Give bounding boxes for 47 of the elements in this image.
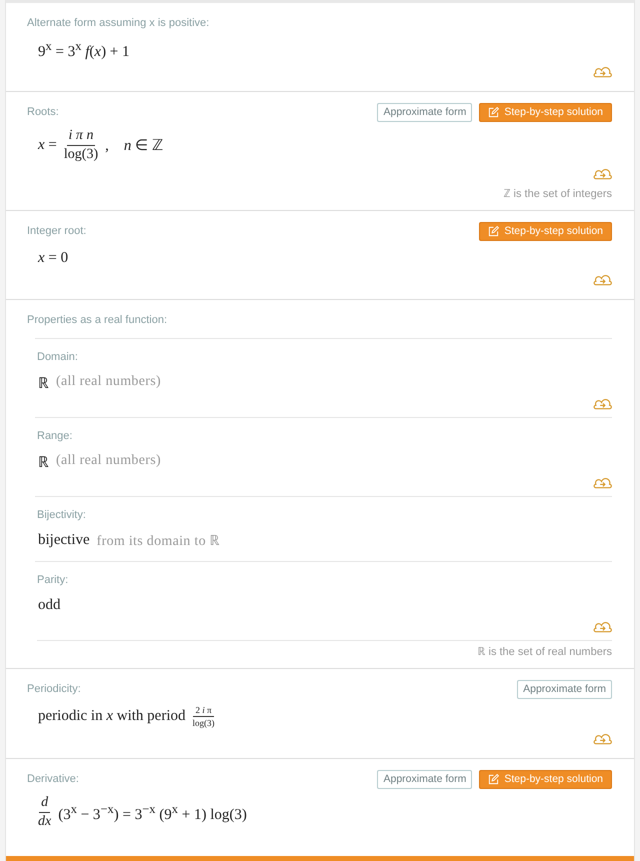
math-expression: ℝ [38, 454, 49, 472]
approximate-form-button[interactable]: Approximate form [517, 680, 612, 698]
math-expression: (3$^{x}$ − 3$^{−x}$) = 3$^{−x}$ (9$^{x}$ + 1) log(3) [58, 802, 247, 824]
section-title: Periodicity: [27, 683, 81, 695]
fraction-numerator: 2 i π [193, 705, 214, 717]
math-expression: periodic in x with period [38, 708, 186, 725]
edit-icon [488, 106, 500, 118]
cloud-save-icon[interactable] [593, 64, 612, 78]
footnote-text: ℝ is the set of real numbers [477, 645, 612, 658]
math-expression: 9$^{x}$ = 3$^{x}$ f(x) + 1 [38, 39, 130, 61]
footnote-text: ℤ is the set of integers [504, 187, 612, 200]
section-title: Alternate form assuming x is positive: [27, 17, 210, 29]
cloud-save-icon[interactable] [593, 732, 612, 744]
note-text: (all real numbers) [56, 453, 161, 469]
cloud-save-icon[interactable] [593, 620, 612, 632]
edit-icon [488, 226, 500, 236]
fraction-numerator: i π n [66, 128, 96, 146]
edit-icon [488, 774, 500, 784]
subsection-title: Domain: [37, 351, 78, 363]
step-by-step-button[interactable]: Step-by-step solution [479, 102, 612, 122]
section-title: Derivative: [27, 773, 79, 785]
cloud-save-icon[interactable] [593, 476, 612, 488]
note-text: from its domain to ℝ [96, 533, 220, 550]
fraction-denominator: log(3) [192, 717, 214, 728]
approximate-form-button[interactable]: Approximate form [377, 102, 472, 122]
fraction-numerator: d [39, 795, 50, 813]
section-title: Roots: [27, 106, 59, 118]
subsection-title: Bijectivity: [37, 509, 86, 521]
cloud-save-icon[interactable] [593, 166, 612, 180]
section-title: Properties as a real function: [27, 314, 168, 326]
step-by-step-button[interactable]: Step-by-step solution [479, 222, 612, 240]
note-text: (all real numbers) [56, 374, 161, 390]
math-expression: , n ∈ ℤ [105, 137, 163, 155]
cloud-save-icon[interactable] [593, 272, 612, 286]
subsection-title: Range: [37, 430, 72, 442]
subsection-title: Parity: [37, 574, 68, 586]
math-expression: x = 0 [38, 250, 68, 266]
fraction-denominator: dx [38, 813, 52, 830]
fraction-denominator: log(3) [64, 146, 98, 163]
math-expression: odd [38, 596, 60, 614]
cloud-save-icon[interactable] [593, 396, 612, 410]
math-expression: x = [38, 137, 57, 154]
section-title: Integer root: [27, 225, 86, 237]
step-by-step-button[interactable]: Step-by-step solution [479, 770, 612, 788]
math-expression: bijective [38, 532, 90, 548]
approximate-form-button[interactable]: Approximate form [377, 770, 472, 788]
math-expression: ℝ [38, 374, 49, 392]
